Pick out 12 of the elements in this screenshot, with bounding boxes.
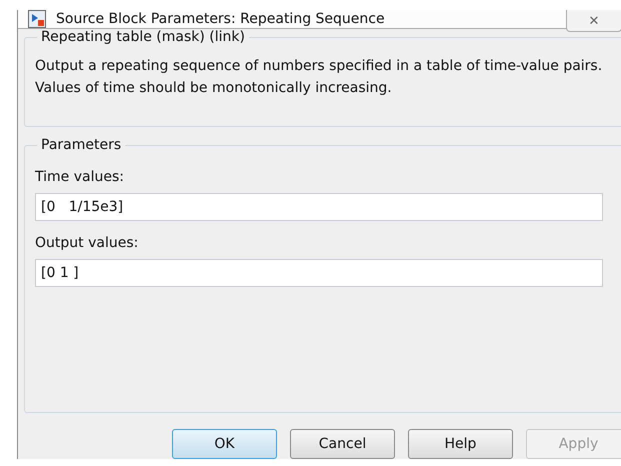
field-label: Output values: <box>35 235 140 251</box>
dialog-button[interactable]: Cancel <box>290 429 395 459</box>
window-title: Source Block Parameters: Repeating Sequence <box>56 11 385 27</box>
group-title: Parameters <box>40 137 122 153</box>
input-field[interactable]: [0 1/15e3] <box>35 193 603 221</box>
close-button[interactable]: ✕ <box>566 10 621 32</box>
description-text: Output a repeating sequence of numbers specified in a table of time-value pairs. Values of time should be monotonically increasing. <box>35 57 604 98</box>
input-field[interactable]: [0 1 ] <box>35 259 603 287</box>
dialog-button[interactable]: Help <box>408 429 513 459</box>
dialog-button[interactable]: OK <box>172 429 277 459</box>
group-title: Repeating table (mask) (link) <box>40 29 246 45</box>
field-label: Time values: <box>35 169 125 185</box>
